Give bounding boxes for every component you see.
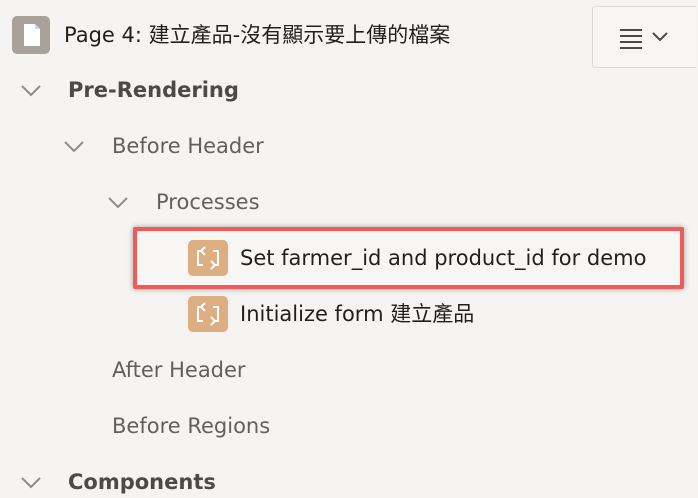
tree-node-before-regions[interactable]: Before Regions (112, 410, 270, 442)
tree-node-after-header[interactable]: After Header (112, 354, 246, 386)
tree-node-before-header[interactable]: Before Header (112, 130, 264, 162)
tree-node-components[interactable]: Components (68, 466, 216, 498)
tree-item-initialize-form[interactable]: Initialize form 建立產品 (240, 298, 474, 330)
tree-node-processes[interactable]: Processes (156, 186, 260, 218)
chevron-down-icon[interactable] (64, 141, 84, 153)
page-title: Page 4: 建立產品-沒有顯示要上傳的檔案 (64, 23, 451, 47)
chevron-down-icon[interactable] (21, 477, 41, 489)
chevron-down-icon (652, 32, 668, 42)
page-menu-button[interactable] (592, 6, 696, 68)
tree-node-pre-rendering[interactable]: Pre-Rendering (68, 74, 239, 106)
hamburger-icon (620, 29, 668, 49)
process-icon (188, 296, 228, 332)
chevron-down-icon[interactable] (108, 197, 128, 209)
chevron-down-icon[interactable] (21, 85, 41, 97)
process-icon (188, 240, 228, 276)
tree-item-set-farmer-id[interactable]: Set farmer_id and product_id for demo (240, 242, 646, 274)
page-icon (12, 16, 50, 54)
